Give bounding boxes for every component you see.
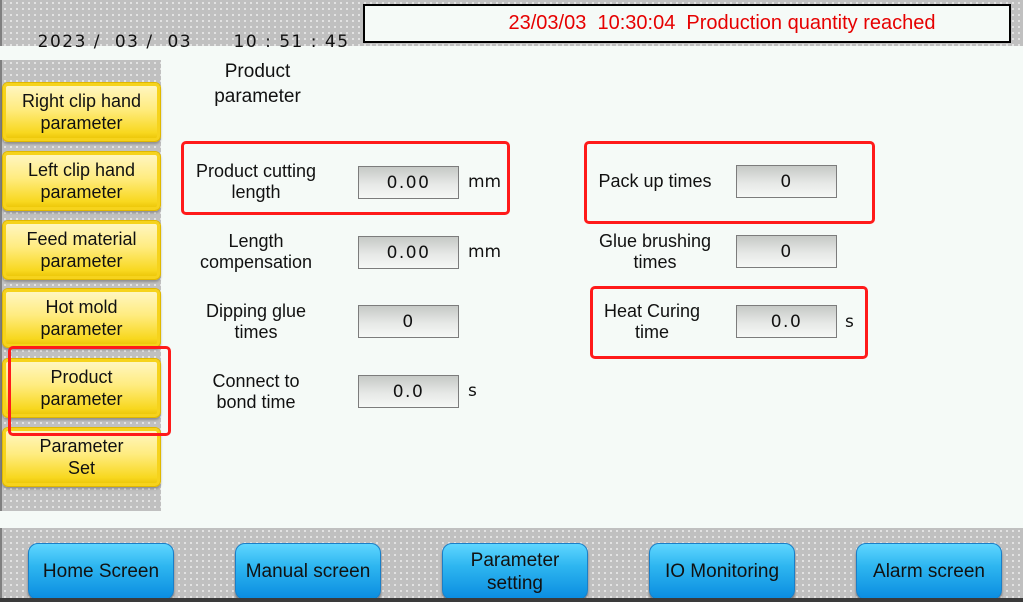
dipping-glue-times-input[interactable]: 0 <box>358 305 459 338</box>
sidebar-item-hot-mold-parameter[interactable]: Hot mold parameter <box>2 288 161 348</box>
sidebar-item-parameter-set[interactable]: Parameter Set <box>2 427 161 487</box>
glue-brushing-times-label: Glue brushing times <box>598 231 712 272</box>
io-monitoring-button[interactable]: IO Monitoring <box>649 543 795 600</box>
sidebar-item-label: Right clip hand parameter <box>21 91 142 133</box>
time-second: 45 <box>324 32 350 52</box>
status-header: 2023 / 03 / 03 10 : 51 : 45 23/03/03 10:… <box>0 0 1023 52</box>
sidebar-item-label: Product parameter <box>40 367 123 409</box>
date-separator: / <box>146 32 154 52</box>
time-separator: : <box>265 32 273 52</box>
pack-up-times-label: Pack up times <box>598 171 712 191</box>
connect-to-bond-time-input[interactable]: 0.0 <box>358 375 459 408</box>
sidebar-item-label: Feed material parameter <box>26 229 137 271</box>
product-cutting-length-unit: mm <box>468 172 502 192</box>
alarm-screen-button[interactable]: Alarm screen <box>856 543 1002 600</box>
heat-curing-time-unit: s <box>845 312 854 332</box>
sidebar-item-label: Hot mold parameter <box>40 297 123 339</box>
sidebar-item-feed-material-parameter[interactable]: Feed material parameter <box>2 220 161 280</box>
dipping-glue-times-label: Dipping glue times <box>205 301 307 342</box>
heat-curing-time-input[interactable]: 0.0 <box>736 305 837 338</box>
date-separator: / <box>93 32 102 52</box>
sidebar-item-right-clip-hand-parameter[interactable]: Right clip hand parameter <box>2 82 161 142</box>
parameter-setting-button[interactable]: Parameter setting <box>442 543 588 600</box>
manual-screen-button[interactable]: Manual screen <box>235 543 381 600</box>
length-compensation-input[interactable]: 0.00 <box>358 236 459 269</box>
bottom-edge-strip <box>0 598 1023 602</box>
time-minute: 51 <box>279 32 304 52</box>
date-month: 03 <box>114 32 140 52</box>
product-cutting-length-label: Product cutting length <box>195 161 317 202</box>
connect-to-bond-time-label: Connect to bond time <box>212 371 300 412</box>
home-screen-button[interactable]: Home Screen <box>28 543 174 600</box>
glue-brushing-times-input[interactable]: 0 <box>736 235 837 268</box>
length-compensation-label: Length compensation <box>199 231 313 272</box>
sidebar-item-label: Parameter Set <box>39 436 124 478</box>
alarm-message-text: 23/03/03 10:30:04 Production quantity re… <box>508 12 936 34</box>
date-day: 03 <box>167 32 193 52</box>
heat-curing-time-label: Heat Curing time <box>603 301 701 342</box>
time-hour: 10 <box>233 32 259 52</box>
footer-nav: Home Screen Manual screen Parameter sett… <box>0 528 1023 602</box>
sidebar-item-label: Left clip hand parameter <box>27 160 136 202</box>
sidebar-item-product-parameter[interactable]: Product parameter <box>2 358 161 418</box>
page-title: Product parameter <box>214 61 301 107</box>
product-cutting-length-input[interactable]: 0.00 <box>358 166 459 199</box>
date-year: 2023 <box>37 32 87 52</box>
pack-up-times-input[interactable]: 0 <box>736 165 837 198</box>
length-compensation-unit: mm <box>468 242 502 262</box>
alarm-message-banner[interactable]: 23/03/03 10:30:04 Production quantity re… <box>363 4 1011 43</box>
connect-to-bond-time-unit: s <box>468 381 477 401</box>
sidebar: Right clip hand parameter Left clip hand… <box>0 60 161 511</box>
time-separator: : <box>310 32 318 52</box>
sidebar-item-left-clip-hand-parameter[interactable]: Left clip hand parameter <box>2 151 161 211</box>
